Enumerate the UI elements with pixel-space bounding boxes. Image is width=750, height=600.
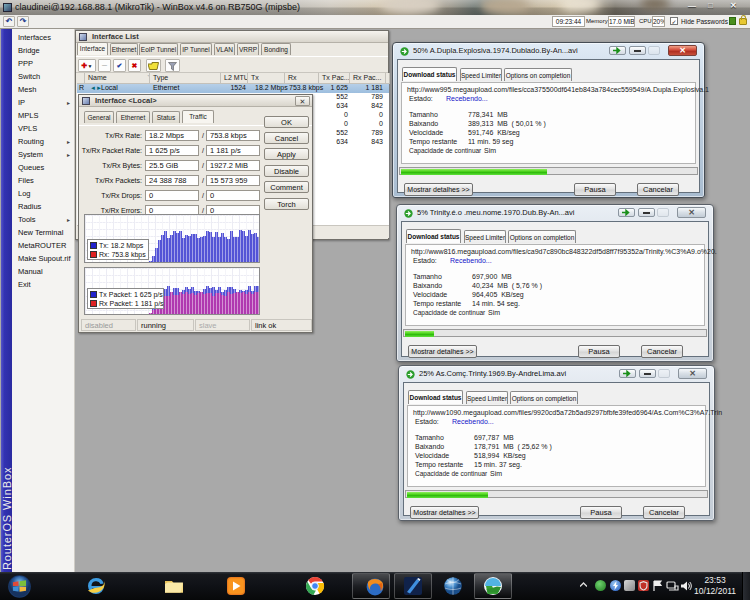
svg-text:RouterOS WinBox: RouterOS WinBox [1,467,13,570]
